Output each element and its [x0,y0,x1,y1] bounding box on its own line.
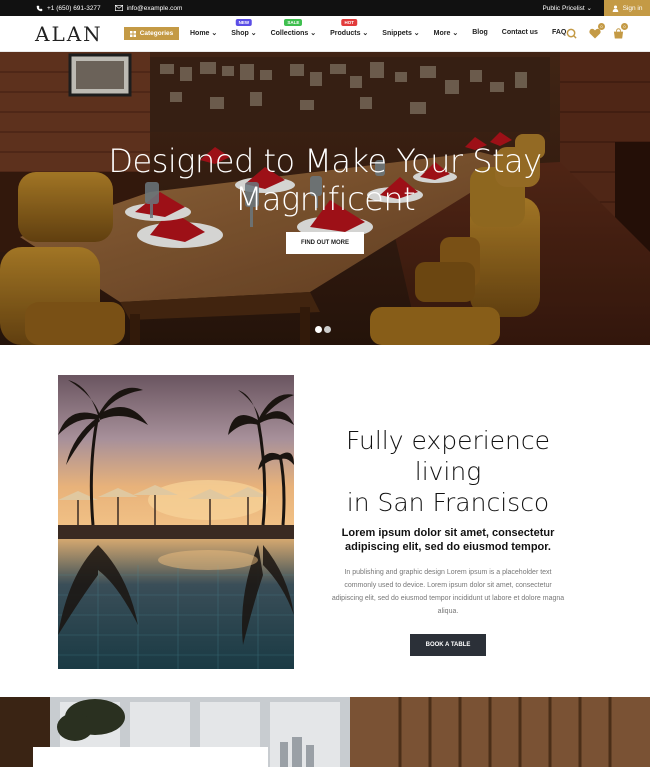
chevron-down-icon: ⌄ [450,30,459,37]
site-logo[interactable]: ALAN [35,22,103,46]
menu-label: Shop [231,30,249,37]
search-button[interactable] [566,26,577,44]
phone-contact[interactable]: +1 (650) 691-3277 [36,5,101,12]
about-subheading: Lorem ipsum dolor sit amet, consectetur … [310,526,586,554]
chevron-down-icon: ⌄ [411,30,420,37]
menu-item-shop[interactable]: NEW Shop ⌄ [231,19,257,37]
envelope-icon [114,5,123,11]
slider-pagination [315,326,333,333]
about-subheading-line-1: Lorem ipsum dolor sit amet, consectetur [341,527,555,539]
main-menu: Home ⌄ NEW Shop ⌄ SALE Collections ⌄ HOT Pr… [190,19,580,37]
search-icon [566,28,577,39]
menu-label: Blog [472,29,488,36]
menu-item-snippets[interactable]: Snippets ⌄ [382,29,419,37]
categories-label: Categories [139,30,174,37]
interior-background-image [0,697,650,767]
menu-label: Home [190,30,210,37]
find-out-more-button[interactable]: FIND OUT MORE [286,232,364,254]
cart-count: 0 [621,23,628,30]
resort-pool-image [58,375,294,669]
slide-dot-2[interactable] [324,326,331,333]
new-badge: NEW [235,19,253,26]
about-paragraph-line-4: aliqua. [437,608,459,615]
book-a-table-button[interactable]: BOOK A TABLE [410,634,486,656]
menu-label: Collections [270,30,309,37]
hero-title: Designed to Make Your Stay Magnificent [0,142,650,218]
main-navbar: ALAN Categories Home ⌄ NEW Shop ⌄ SALE Col… [0,16,650,52]
user-icon [612,5,618,12]
grid-icon [129,30,136,37]
slide-dot-1[interactable] [315,326,322,333]
hero-slider: Designed to Make Your Stay Magnificent F… [0,52,650,345]
chevron-down-icon: ⌄ [248,30,257,37]
menu-item-more[interactable]: More ⌄ [434,29,459,37]
pricelist-label: Public Pricelist [542,5,585,12]
sale-badge: SALE [284,19,303,26]
pricelist-dropdown[interactable]: Public Pricelist ⌄ [542,4,592,12]
menu-item-blog[interactable]: Blog [472,29,488,37]
menu-label: Products [330,30,361,37]
about-subheading-line-2: adipiscing elit, sed do eiusmod tempor. [345,541,551,553]
about-heading-line-1: Fully experience living [345,426,551,486]
about-section: Fully experience living in San Francisco… [0,345,650,697]
about-paragraph-line-1: In publishing and graphic design Lorem i… [344,569,552,576]
bottom-section-image [0,697,650,767]
categories-button[interactable]: Categories [124,27,179,40]
cart-button[interactable]: 0 [613,23,628,44]
sign-in-button[interactable]: Sign in [604,0,650,16]
email-address: info@example.com [126,4,183,12]
menu-item-collections[interactable]: SALE Collections ⌄ [270,19,317,37]
email-contact[interactable]: info@example.com [114,4,183,12]
menu-item-contact-us[interactable]: Contact us [502,29,538,37]
menu-item-products[interactable]: HOT Products ⌄ [330,19,369,37]
about-heading: Fully experience living in San Francisco [310,425,586,518]
hero-title-line-2: Magnificent [234,180,416,218]
chevron-down-icon: ⌄ [209,30,218,37]
chevron-down-icon: ⌄ [360,30,369,37]
menu-label: Contact us [501,29,538,36]
about-paragraph-line-2: commonly used to device. Lorem ipsum dol… [344,582,552,589]
about-text-block: Fully experience living in San Francisco… [310,425,586,656]
phone-number: +1 (650) 691-3277 [47,4,101,12]
wishlist-count: 0 [598,23,605,30]
chevron-down-icon: ⌄ [308,30,317,37]
chevron-down-icon: ⌄ [586,5,592,12]
phone-icon [36,5,43,11]
menu-label: Snippets [382,30,412,37]
about-paragraph: In publishing and graphic design Lorem i… [310,566,586,618]
hero-title-line-1: Designed to Make Your Stay [108,142,542,180]
menu-label: More [433,30,451,37]
menu-item-home[interactable]: Home ⌄ [190,29,217,37]
wishlist-button[interactable]: 0 [589,23,605,44]
hot-badge: HOT [341,19,357,26]
top-bar: +1 (650) 691-3277 info@example.com Publi… [0,0,650,16]
pool-sunset-picture [58,375,294,669]
sign-in-label: Sign in [622,4,643,12]
about-heading-line-2: in San Francisco [346,488,550,517]
about-paragraph-line-3: adipiscing elit, sed do eiusmod tempor i… [331,595,565,602]
